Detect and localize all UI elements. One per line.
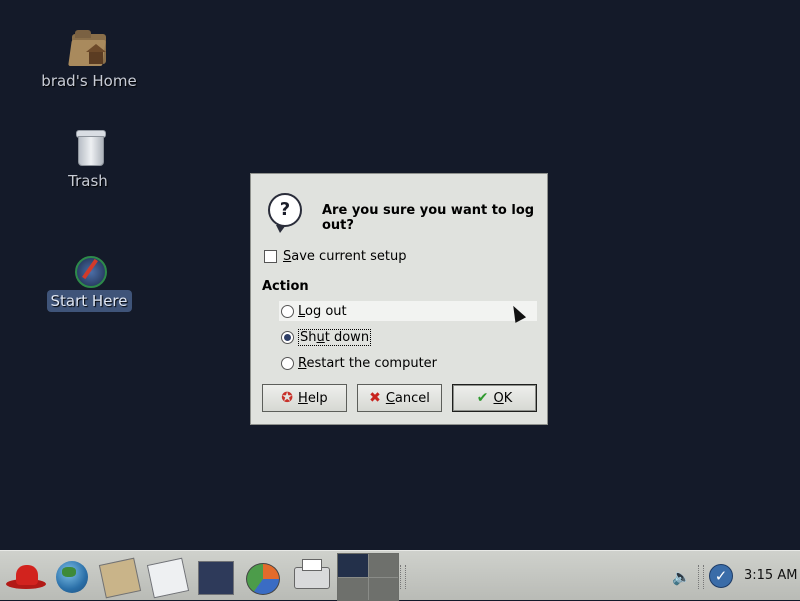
save-setup-label: Save current setup: [283, 249, 407, 264]
desktop-icon-label: Start Here: [46, 290, 132, 312]
bottom-panel: 🔈 ✓ 3:15 AM: [0, 550, 800, 601]
workspace-3[interactable]: [338, 577, 368, 600]
email-icon[interactable]: [98, 557, 142, 599]
workspace-2[interactable]: [368, 554, 398, 577]
spreadsheet-icon[interactable]: [194, 557, 234, 595]
red-x-icon: ✖: [369, 390, 381, 406]
volume-icon[interactable]: 🔈: [672, 568, 691, 586]
web-browser-icon[interactable]: [50, 557, 90, 595]
update-agent-icon[interactable]: ✓: [709, 564, 733, 588]
radio-button[interactable]: [281, 330, 294, 344]
desktop-icon-home[interactable]: brad's Home: [29, 28, 149, 92]
workspace-switcher[interactable]: [337, 553, 399, 601]
help-button[interactable]: ✪ Help: [262, 384, 347, 412]
radio-label: Shut down: [298, 328, 372, 346]
radio-shut-down[interactable]: Shut down: [279, 327, 537, 347]
action-section-label: Action: [262, 279, 309, 294]
radio-button[interactable]: [281, 356, 294, 370]
panel-drag-handle[interactable]: [400, 565, 406, 589]
writer-icon[interactable]: [146, 557, 190, 599]
save-setup-checkbox-row[interactable]: Save current setup: [264, 249, 406, 264]
dialog-question: Are you sure you want to log out?: [322, 203, 535, 233]
save-setup-checkbox[interactable]: [264, 250, 277, 263]
desktop-icon-trash[interactable]: Trash: [28, 128, 148, 192]
radio-label: Restart the computer: [298, 355, 438, 371]
panel-clock[interactable]: 3:15 AM: [744, 568, 797, 583]
home-folder-icon: [68, 28, 109, 68]
radio-label: Log out: [298, 303, 347, 319]
radio-log-out[interactable]: Log out: [279, 301, 537, 321]
cancel-button-label: Cancel: [385, 390, 430, 406]
green-check-icon: ✔: [476, 390, 489, 406]
presentation-icon[interactable]: [240, 557, 280, 595]
radio-button[interactable]: [281, 304, 294, 318]
start-here-icon: [69, 248, 109, 288]
logout-dialog: ? Are you sure you want to log out? Save…: [250, 173, 548, 425]
trash-icon: [68, 128, 108, 168]
print-manager-icon[interactable]: [290, 557, 330, 595]
radio-restart[interactable]: Restart the computer: [279, 353, 537, 373]
workspace-1[interactable]: [338, 554, 368, 577]
help-button-label: Help: [298, 390, 328, 406]
cancel-button[interactable]: ✖ Cancel: [357, 384, 442, 412]
ok-button[interactable]: ✔ OK: [452, 384, 537, 412]
question-icon: ?: [268, 193, 302, 233]
tray-drag-handle[interactable]: [698, 565, 704, 589]
redhat-menu-icon[interactable]: [2, 557, 46, 595]
workspace-4[interactable]: [368, 577, 398, 600]
ok-button-label: OK: [493, 390, 513, 406]
desktop-icon-label: Trash: [68, 172, 108, 190]
desktop-icon-label: brad's Home: [41, 72, 137, 90]
desktop-icon-start-here[interactable]: Start Here: [29, 248, 149, 312]
lifebuoy-icon: ✪: [281, 390, 294, 406]
